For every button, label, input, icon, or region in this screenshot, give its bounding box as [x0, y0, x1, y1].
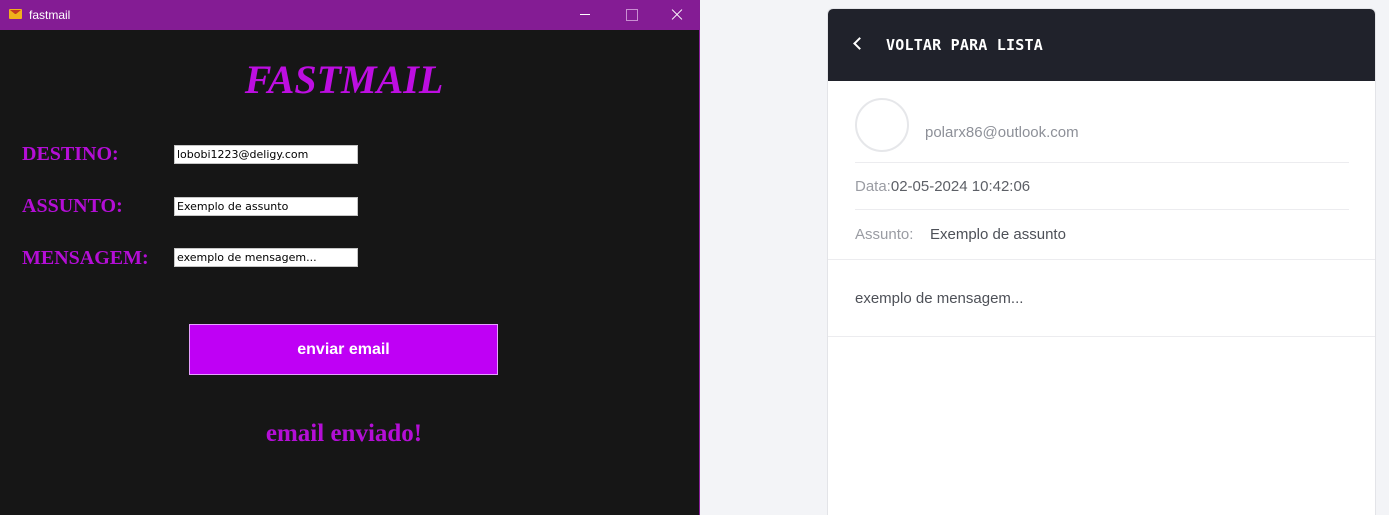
destino-input[interactable]: lobobi1223@deligy.com [174, 145, 358, 164]
mensagem-label: MENSAGEM: [22, 247, 149, 269]
close-button[interactable] [654, 0, 700, 30]
destino-label: DESTINO: [22, 143, 119, 165]
mensagem-input[interactable]: exemplo de mensagem... [174, 248, 358, 267]
status-message: email enviado! [265, 420, 423, 447]
fastmail-window: fastmail FASTMAIL DESTINO: lobobi1223@de… [0, 0, 700, 515]
assunto-label: ASSUNTO: [22, 195, 123, 217]
avatar [855, 98, 909, 152]
subject-label: Assunto: [855, 226, 914, 243]
subject-value: Exemplo de assunto [930, 226, 1066, 243]
divider [855, 209, 1349, 210]
envelope-icon [9, 9, 22, 19]
send-email-button[interactable]: enviar email [189, 324, 498, 375]
window-title: fastmail [29, 8, 71, 22]
divider [828, 336, 1375, 337]
maximize-button[interactable] [608, 0, 654, 30]
app-heading: FASTMAIL [244, 57, 444, 102]
title-bar[interactable]: fastmail [0, 0, 700, 30]
divider [828, 259, 1375, 260]
email-viewer: VOLTAR PARA LISTA polarx86@outlook.com D… [827, 8, 1376, 515]
back-to-list-link[interactable]: VOLTAR PARA LISTA [886, 36, 1043, 54]
email-date: Data:02-05-2024 10:42:06 [855, 178, 1030, 195]
divider [855, 162, 1349, 163]
viewer-header: VOLTAR PARA LISTA [828, 9, 1375, 81]
message-body: exemplo de mensagem... [855, 290, 1024, 307]
date-value: 02-05-2024 10:42:06 [890, 178, 1031, 195]
chevron-left-icon[interactable] [853, 37, 866, 50]
date-label: Data: [855, 178, 891, 195]
minimize-button[interactable] [562, 0, 608, 30]
assunto-input[interactable]: Exemplo de assunto [174, 197, 358, 216]
sender-address: polarx86@outlook.com [925, 124, 1079, 141]
